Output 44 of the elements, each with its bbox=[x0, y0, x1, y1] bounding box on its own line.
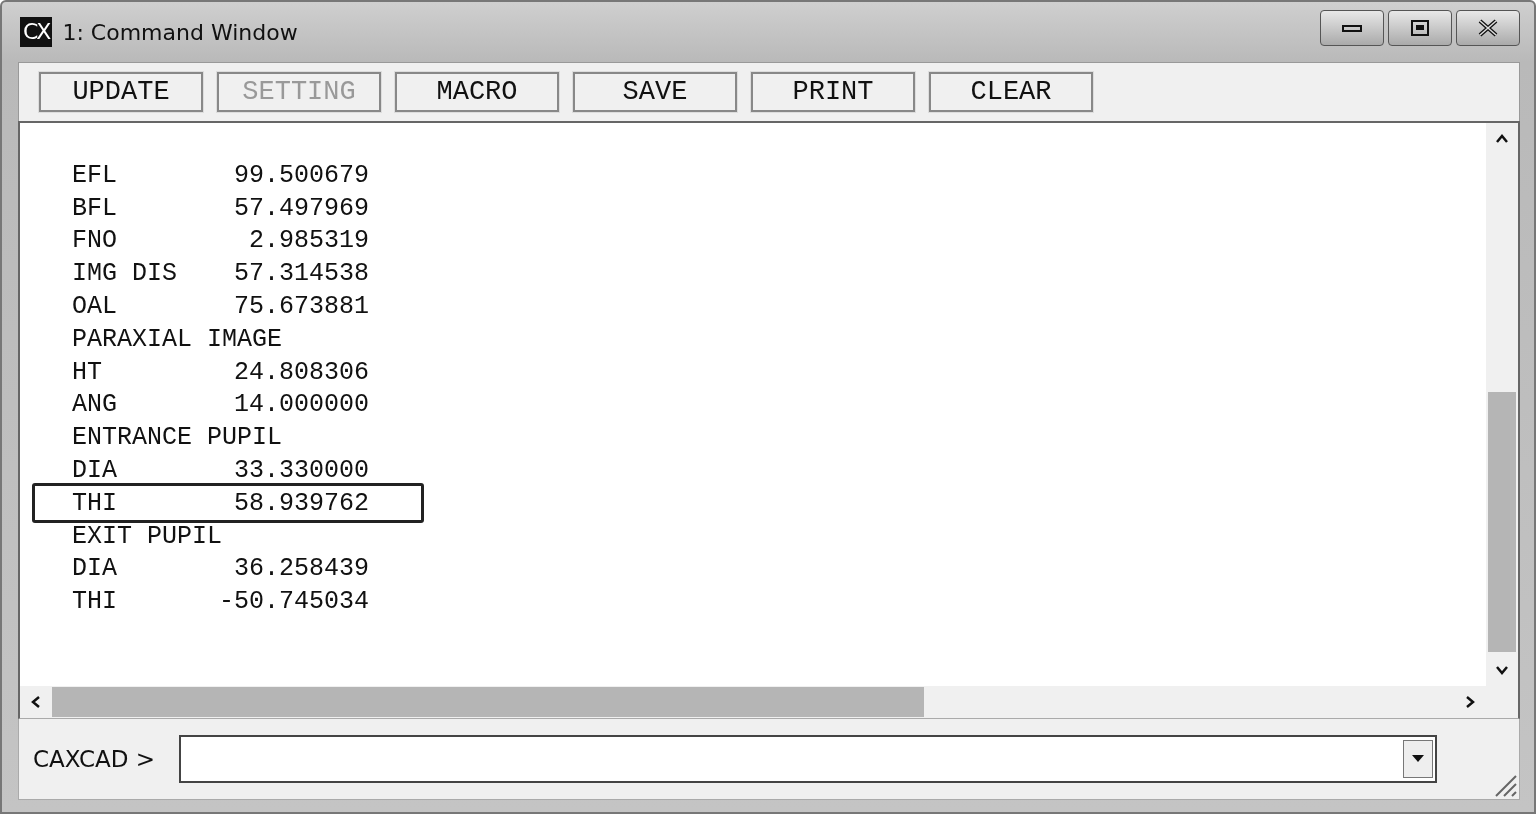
dropdown-button[interactable] bbox=[1402, 740, 1433, 778]
output-value: 2.985319 bbox=[247, 228, 369, 254]
output-value: 14.000000 bbox=[232, 392, 369, 418]
toolbar-button[interactable]: SAVE bbox=[573, 72, 737, 112]
minimize-button[interactable] bbox=[1320, 10, 1384, 46]
maximize-button[interactable] bbox=[1388, 10, 1452, 46]
scrollbar-thumb[interactable] bbox=[1488, 392, 1516, 652]
toolbar-button[interactable]: CLEAR bbox=[929, 72, 1093, 112]
toolbar-button[interactable]: UPDATE bbox=[39, 72, 203, 112]
output-label: DIA bbox=[72, 556, 117, 582]
close-icon bbox=[1477, 19, 1499, 37]
minimize-icon bbox=[1342, 23, 1362, 33]
output-value: 58.939762 bbox=[232, 490, 369, 516]
output-heading: EXIT PUPIL bbox=[72, 523, 223, 549]
scrollbar-thumb[interactable] bbox=[52, 687, 924, 717]
output-label: EFL bbox=[72, 162, 117, 188]
caret-icon bbox=[1411, 755, 1424, 763]
command-prompt: CAXCAD > bbox=[33, 746, 155, 772]
toolbar-button[interactable]: PRINT bbox=[751, 72, 915, 112]
output-label: THI bbox=[72, 490, 117, 516]
output-value: 36.258439 bbox=[232, 556, 369, 582]
app-icon: CX bbox=[20, 17, 53, 47]
output-value: 57.497969 bbox=[232, 195, 369, 221]
output-value: 57.314538 bbox=[232, 261, 369, 287]
output-heading: ENTRANCE PUPIL bbox=[72, 425, 283, 451]
output-label: HT bbox=[72, 359, 102, 385]
output-value: 33.330000 bbox=[232, 458, 369, 484]
output-label: OAL bbox=[72, 294, 117, 320]
restore-icon bbox=[1411, 20, 1429, 36]
output-label: DIA bbox=[72, 458, 117, 484]
output-label: ANG bbox=[72, 392, 117, 418]
output-label: BFL bbox=[72, 195, 117, 221]
command-field[interactable] bbox=[178, 735, 1437, 783]
close-button[interactable] bbox=[1456, 10, 1520, 46]
output-value: 24.808306 bbox=[232, 359, 369, 385]
output-heading: PARAXIAL IMAGE bbox=[72, 326, 283, 352]
output-value: -50.745034 bbox=[217, 589, 369, 615]
output-value: 75.673881 bbox=[232, 294, 369, 320]
window-title: 1: Command Window bbox=[62, 19, 299, 45]
output-value: 99.500679 bbox=[232, 162, 369, 188]
output-label: IMG DIS bbox=[72, 261, 178, 287]
output-label: FNO bbox=[72, 228, 117, 254]
output-label: THI bbox=[72, 589, 117, 615]
toolbar-button[interactable]: MACRO bbox=[395, 72, 559, 112]
